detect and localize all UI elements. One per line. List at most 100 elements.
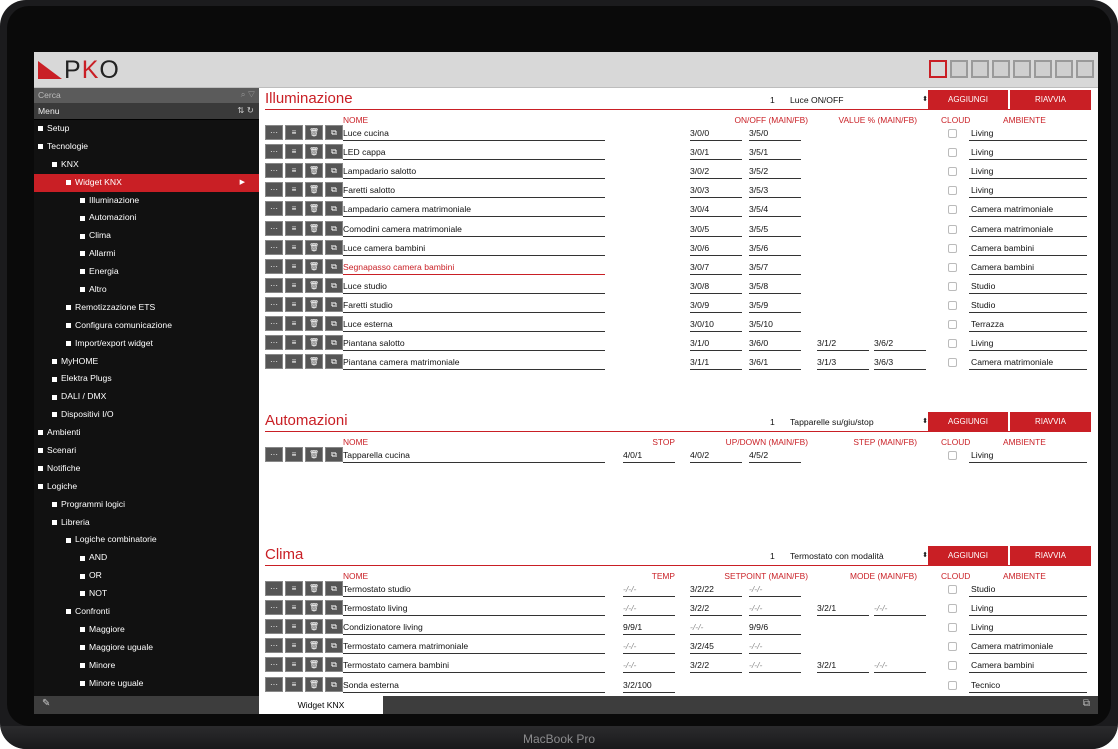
sidebar-item[interactable]: Logiche combinatorie [34, 531, 259, 549]
cloud-checkbox[interactable] [948, 451, 957, 460]
sidebar-item[interactable]: Tecnologie [34, 138, 259, 156]
delete-icon[interactable]: 🗑 [305, 676, 323, 692]
more-icon[interactable]: ··· [265, 316, 283, 331]
cloud-checkbox[interactable] [948, 300, 957, 310]
cloud-checkbox[interactable] [948, 642, 957, 652]
cell-value[interactable]: 3/5/8 [749, 281, 801, 294]
cell-value[interactable]: 3/5/4 [749, 204, 801, 218]
cell-value[interactable]: 3/6/3 [874, 357, 926, 371]
home-icon[interactable] [1076, 60, 1094, 78]
cell-value[interactable]: 3/2/2 [690, 603, 742, 617]
copy-icon[interactable]: ⧉ [325, 296, 343, 312]
copy-icon[interactable]: ⧉ [325, 676, 343, 692]
row-name[interactable]: Luce cucina [343, 128, 605, 141]
list-icon[interactable]: ≡ [285, 125, 303, 140]
sidebar-item[interactable]: Energia [34, 263, 259, 281]
ambiente-field[interactable]: Camera matrimoniale [969, 357, 1087, 371]
cell-value[interactable]: 3/1/3 [817, 357, 869, 371]
more-icon[interactable]: ··· [265, 619, 283, 635]
ambiente-field[interactable]: Studio [969, 281, 1087, 294]
cell-value[interactable]: -/-/- [690, 622, 742, 636]
row-name[interactable]: Condizionatore living [343, 622, 605, 636]
restart-button[interactable]: RIAVVIA [1010, 90, 1091, 109]
sidebar-item[interactable]: Notifiche [34, 460, 259, 478]
more-icon[interactable]: ··· [265, 144, 283, 160]
copy-icon[interactable]: ⧉ [325, 239, 343, 255]
list-icon[interactable]: ≡ [285, 163, 303, 179]
sidebar-item[interactable]: Illuminazione [34, 192, 259, 210]
cell-value[interactable]: 3/1/1 [690, 357, 742, 371]
ambiente-field[interactable]: Living [969, 603, 1087, 617]
export-icon[interactable] [1055, 60, 1073, 78]
ambiente-field[interactable]: Camera matrimoniale [969, 204, 1087, 218]
cell-value[interactable]: 3/2/1 [817, 603, 869, 617]
more-icon[interactable]: ··· [265, 657, 283, 673]
list-icon[interactable]: ≡ [285, 335, 303, 351]
more-icon[interactable]: ··· [265, 581, 283, 596]
panel-bottom-icon[interactable] [1013, 60, 1031, 78]
copy-icon[interactable]: ⧉ [325, 144, 343, 160]
list-icon[interactable]: ≡ [285, 657, 303, 673]
copy-icon[interactable]: ⧉ [325, 638, 343, 654]
copy-icon[interactable]: ⧉ [325, 220, 343, 236]
ambiente-field[interactable]: Living [969, 185, 1087, 199]
cell-value[interactable]: 3/0/4 [690, 204, 742, 218]
cloud-checkbox[interactable] [948, 661, 957, 671]
row-name[interactable]: Piantana camera matrimoniale [343, 357, 605, 371]
more-icon[interactable]: ··· [265, 335, 283, 351]
cell-value[interactable]: 3/5/0 [749, 128, 801, 141]
more-icon[interactable]: ··· [265, 125, 283, 140]
row-name[interactable]: Lampadario camera matrimoniale [343, 204, 605, 218]
list-icon[interactable]: ≡ [285, 447, 303, 462]
row-name[interactable]: Termostato studio [343, 584, 605, 597]
delete-icon[interactable]: 🗑 [305, 447, 323, 462]
list-icon[interactable]: ≡ [285, 144, 303, 160]
cell-value[interactable]: 3/0/5 [690, 224, 742, 237]
cell-value[interactable]: 3/0/8 [690, 281, 742, 294]
ambiente-field[interactable]: Studio [969, 300, 1087, 313]
cell-value[interactable]: 4/5/2 [749, 450, 801, 463]
list-icon[interactable]: ≡ [285, 258, 303, 274]
sidebar-item[interactable]: Remotizzazione ETS [34, 299, 259, 317]
more-icon[interactable]: ··· [265, 239, 283, 255]
panel-left-icon[interactable] [992, 60, 1010, 78]
delete-icon[interactable]: 🗑 [305, 335, 323, 351]
cell-value[interactable]: 9/9/6 [749, 622, 801, 636]
cloud-checkbox[interactable] [948, 186, 957, 196]
cell-value[interactable]: 3/2/2 [690, 660, 742, 674]
sidebar-item[interactable]: Maggiore [34, 621, 259, 639]
delete-icon[interactable]: 🗑 [305, 277, 323, 293]
cell-value[interactable]: 3/5/3 [749, 185, 801, 199]
add-button[interactable]: AGGIUNGI [928, 90, 1008, 109]
cell-value[interactable]: -/-/- [874, 603, 926, 617]
cell-value[interactable]: -/-/- [874, 660, 926, 674]
cloud-checkbox[interactable] [948, 224, 957, 234]
sidebar-item[interactable]: Libreria [34, 514, 259, 532]
row-name[interactable]: Termostato living [343, 603, 605, 617]
copy-icon[interactable]: ⧉ [325, 619, 343, 635]
more-icon[interactable]: ··· [265, 447, 283, 462]
cell-value[interactable]: 3/5/5 [749, 224, 801, 237]
ambiente-field[interactable]: Living [969, 450, 1087, 463]
sidebar-item[interactable]: Import/export widget [34, 335, 259, 353]
sidebar-item[interactable]: Allarmi [34, 245, 259, 263]
row-name[interactable]: Comodini camera matrimoniale [343, 224, 605, 237]
save-icon[interactable] [929, 60, 947, 78]
ambiente-field[interactable]: Camera matrimoniale [969, 224, 1087, 237]
list-icon[interactable]: ≡ [285, 220, 303, 236]
copy-icon[interactable]: ⧉ [325, 335, 343, 351]
search-icon[interactable]: ⌕ ▽ [241, 89, 255, 100]
sidebar-item[interactable]: Dispositivi I/O [34, 406, 259, 424]
cloud-checkbox[interactable] [948, 129, 957, 138]
copy-icon[interactable]: ⧉ [325, 163, 343, 179]
delete-icon[interactable]: 🗑 [305, 239, 323, 255]
ambiente-field[interactable]: Living [969, 147, 1087, 161]
sidebar-item[interactable]: OR [34, 567, 259, 585]
row-name[interactable]: Tapparella cucina [343, 450, 605, 463]
sidebar-item[interactable]: Maggiore uguale [34, 639, 259, 657]
delete-icon[interactable]: 🗑 [305, 657, 323, 673]
delete-icon[interactable]: 🗑 [305, 258, 323, 274]
cloud-checkbox[interactable] [948, 680, 957, 690]
cell-value[interactable]: -/-/- [749, 641, 801, 655]
cloud-checkbox[interactable] [948, 167, 957, 177]
